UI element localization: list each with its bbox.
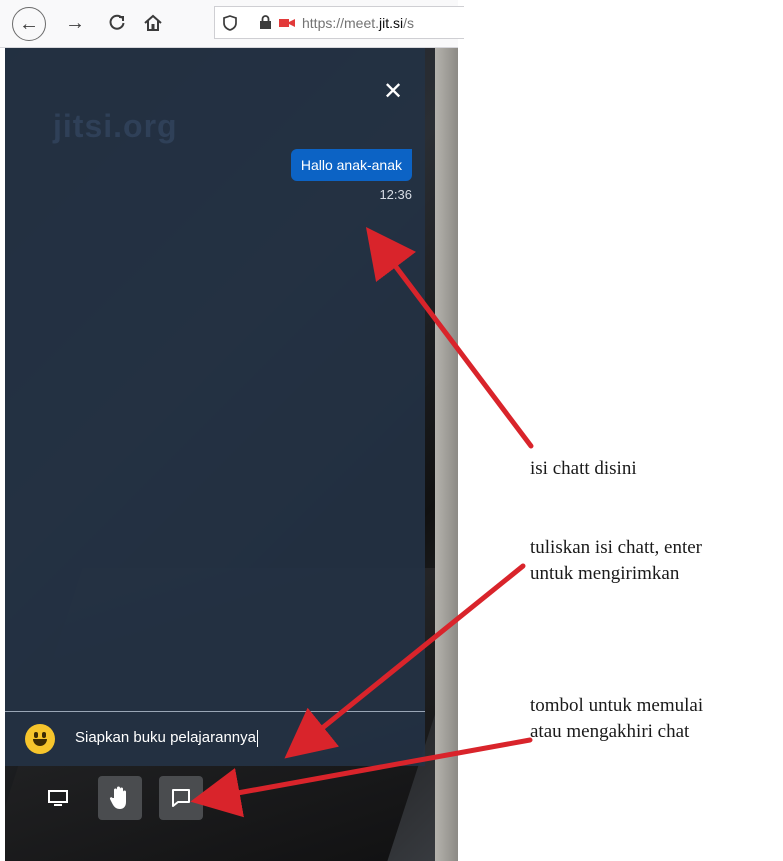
note-chat-content: isi chatt disini (530, 458, 637, 479)
note-type-chat-line1: tuliskan isi chatt, enter (530, 537, 703, 558)
note-chat-button: tombol untuk memulai atau mengakhiri cha… (530, 693, 703, 745)
note-chat-button-line2: atau mengakhiri chat (530, 721, 690, 742)
arrow-to-input (284, 563, 526, 759)
arrow-to-chat-button (190, 737, 533, 818)
arrow-to-messages (365, 227, 534, 449)
note-type-chat: tuliskan isi chatt, enter untuk mengirim… (530, 535, 702, 587)
note-type-chat-line2: untuk mengirimkan (530, 563, 680, 584)
note-chat-button-line1: tombol untuk memulai (530, 695, 704, 716)
